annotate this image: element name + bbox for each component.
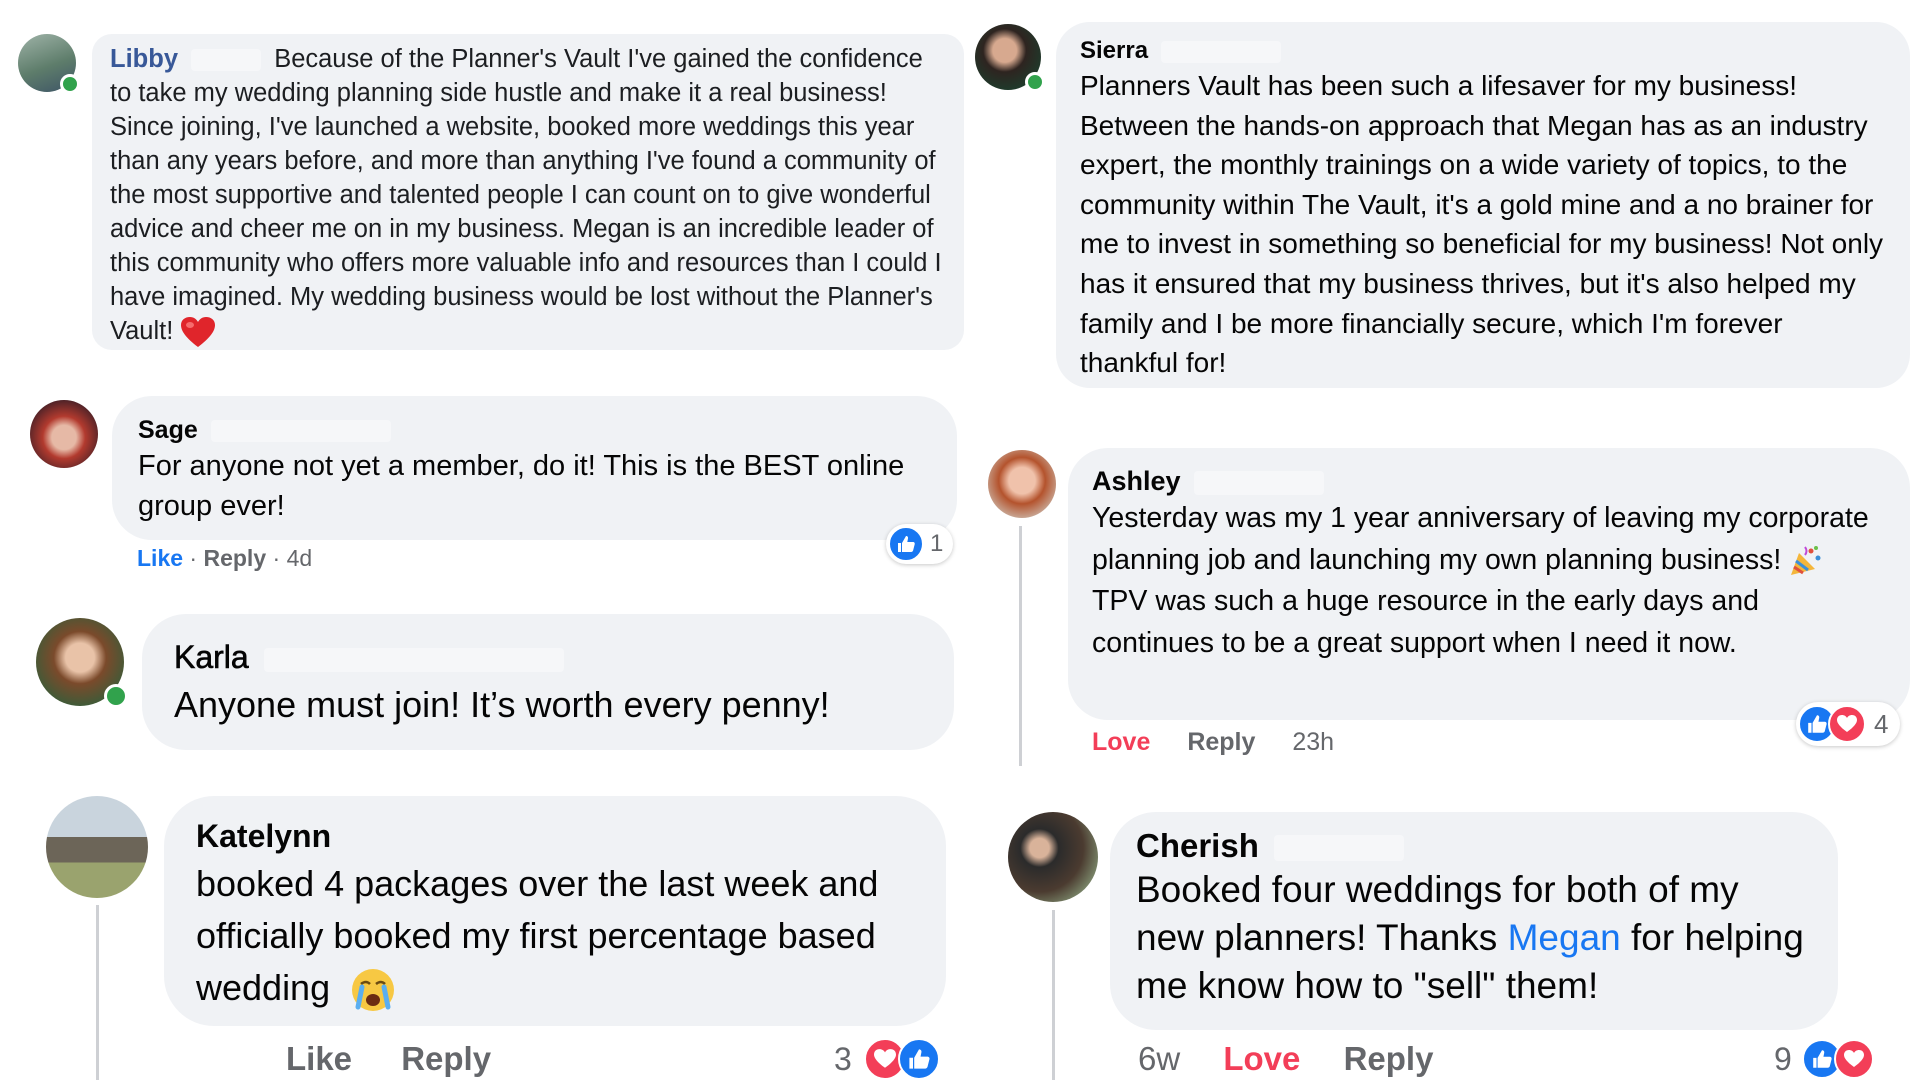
- reply-thread-line: [1052, 910, 1055, 1080]
- like-reaction-icon: [897, 1038, 940, 1080]
- comment-bubble-karla: Karla Anyone must join! It’s worth every…: [142, 614, 954, 750]
- comment-text-line-2: TPV was such a huge resource in the earl…: [1092, 585, 1759, 659]
- comment-actions-katelynn: Like Reply: [286, 1040, 491, 1078]
- reply-button[interactable]: Reply: [401, 1040, 491, 1077]
- reaction-count: 3: [834, 1040, 852, 1077]
- redacted-surname: [210, 420, 391, 443]
- avatar-image: [988, 450, 1056, 518]
- avatar-ashley[interactable]: [988, 450, 1056, 518]
- reaction-summary[interactable]: 1: [886, 524, 954, 564]
- comment-bubble-ashley: Ashley Yesterday was my 1 year anniversa…: [1068, 448, 1910, 720]
- timestamp[interactable]: 23h: [1292, 728, 1334, 756]
- avatar-karla[interactable]: [36, 618, 128, 708]
- commenter-name[interactable]: Katelynn: [196, 816, 916, 856]
- party-popper-icon: [1789, 545, 1823, 577]
- reaction-count: 4: [1874, 708, 1889, 739]
- like-button[interactable]: Like: [286, 1040, 352, 1077]
- avatar-cherish[interactable]: [1008, 812, 1098, 902]
- avatar-image: [46, 796, 148, 898]
- avatar-sierra[interactable]: [975, 24, 1045, 92]
- comment-text-line-1: Yesterday was my 1 year anniversary of l…: [1092, 502, 1869, 577]
- commenter-name[interactable]: Ashley: [1092, 464, 1886, 498]
- mention-link[interactable]: Megan: [1508, 917, 1621, 958]
- reaction-count: 1: [930, 530, 944, 557]
- comment-bubble-sage: Sage For anyone not yet a member, do it!…: [112, 396, 957, 540]
- comment-text: Planners Vault has been such a lifesaver…: [1080, 70, 1884, 379]
- comment-actions-cherish: 6w Love Reply: [1138, 1040, 1433, 1078]
- avatar-sage[interactable]: [30, 400, 98, 468]
- reply-button[interactable]: Reply: [1344, 1040, 1434, 1077]
- reply-button[interactable]: Reply: [1187, 728, 1255, 756]
- commenter-name[interactable]: Libby: [110, 45, 178, 73]
- love-button[interactable]: Love: [1092, 728, 1150, 756]
- comment-text: Booked four weddings for both of my new …: [1136, 869, 1804, 1006]
- separator: ·: [266, 545, 287, 571]
- comment-text: For anyone not yet a member, do it! This…: [138, 450, 905, 522]
- comment-bubble-katelynn: Katelynn booked 4 packages over the last…: [164, 796, 946, 1026]
- comment-bubble-sierra: Sierra Planners Vault has been such a li…: [1056, 22, 1910, 388]
- online-status-icon: [60, 74, 80, 94]
- comment-text: booked 4 packages over the last week and…: [196, 858, 916, 1014]
- love-reaction-icon: [1828, 705, 1866, 743]
- love-button[interactable]: Love: [1223, 1040, 1300, 1077]
- reaction-summary[interactable]: 3: [824, 1036, 944, 1082]
- comment-bubble-libby: Libby Because of the Planner's Vault I'v…: [92, 34, 964, 350]
- redacted-surname: [191, 49, 262, 72]
- comment-actions-sage: Like · Reply · 4d: [137, 545, 312, 572]
- comment-bubble-cherish: Cherish Booked four weddings for both of…: [1110, 812, 1838, 1030]
- reaction-count: 9: [1774, 1040, 1792, 1077]
- redacted-surname: [1194, 470, 1325, 495]
- love-reaction-icon: [1833, 1039, 1874, 1079]
- reaction-summary[interactable]: 9: [1770, 1036, 1876, 1082]
- reply-button[interactable]: Reply: [203, 545, 266, 571]
- avatar-libby[interactable]: [18, 34, 80, 94]
- timestamp[interactable]: 4d: [287, 545, 313, 571]
- online-status-icon: [1025, 72, 1045, 92]
- avatar-image: [1008, 812, 1098, 902]
- comment-text: Because of the Planner's Vault I've gain…: [110, 45, 942, 345]
- heart-emoji-icon: [180, 316, 216, 348]
- commenter-name[interactable]: Sierra: [1080, 36, 1884, 66]
- redacted-surname: [1160, 40, 1281, 63]
- reply-thread-line: [96, 905, 99, 1080]
- online-status-icon: [104, 684, 128, 708]
- separator: ·: [183, 545, 204, 571]
- reply-thread-line: [1019, 526, 1022, 766]
- crying-face-icon: [350, 967, 396, 1013]
- avatar-image: [30, 400, 98, 468]
- commenter-name[interactable]: Cherish: [1136, 826, 1814, 866]
- redacted-surname: [1274, 835, 1405, 862]
- like-button[interactable]: Like: [137, 545, 183, 571]
- timestamp[interactable]: 6w: [1138, 1040, 1180, 1077]
- commenter-name[interactable]: Karla: [174, 638, 924, 676]
- reaction-summary[interactable]: 4: [1796, 702, 1901, 746]
- commenter-name[interactable]: Sage: [138, 414, 931, 446]
- like-reaction-icon: [888, 526, 924, 562]
- avatar-katelynn[interactable]: [46, 796, 148, 898]
- comment-text: Anyone must join! It’s worth every penny…: [174, 684, 830, 725]
- comment-actions-ashley: Love Reply 23h: [1092, 728, 1334, 757]
- redacted-surname: [263, 647, 564, 672]
